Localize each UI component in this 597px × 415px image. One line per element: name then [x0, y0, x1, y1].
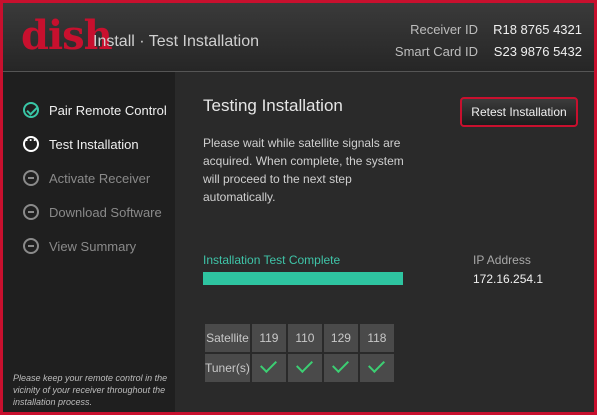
- signal-table: Satellite 119 110 129 118 Tuner(s): [203, 322, 396, 384]
- progress-label: Installation Test Complete: [203, 253, 341, 267]
- tuner-header: Tuner(s): [205, 354, 250, 382]
- retest-installation-button[interactable]: Retest Installation: [460, 97, 578, 127]
- tuner-status-cell: [251, 354, 286, 382]
- ip-address-label: IP Address: [473, 253, 531, 267]
- progress-fill: [203, 272, 403, 285]
- receiver-id-label: Receiver ID: [410, 22, 478, 37]
- tuner-status-cell: [323, 354, 358, 382]
- satellite-cell: 110: [287, 324, 322, 352]
- minus-circle-icon: [23, 170, 39, 186]
- step-view-summary: View Summary: [23, 236, 136, 256]
- check-icon: [296, 356, 314, 373]
- minus-circle-icon: [23, 238, 39, 254]
- satellite-cell: 119: [251, 324, 286, 352]
- receiver-info: Receiver ID R18 8765 4321 Smart Card ID …: [395, 19, 582, 63]
- step-label: Pair Remote Control: [49, 102, 167, 118]
- app-frame: dish Install · Test Installation Receive…: [0, 0, 597, 415]
- ellipsis-circle-icon: [23, 133, 39, 152]
- tuner-status-cell: [359, 354, 394, 382]
- check-icon: [368, 356, 386, 373]
- header-title: Install · Test Installation: [93, 33, 260, 50]
- receiver-id-value: R18 8765 4321: [493, 22, 582, 37]
- check-icon: [332, 356, 350, 373]
- smart-card-id-value: S23 9876 5432: [493, 44, 582, 59]
- check-icon: [260, 356, 278, 373]
- remote-note: Please keep your remote control in the v…: [13, 373, 168, 407]
- satellite-cell: 129: [323, 324, 358, 352]
- satellite-row: Satellite 119 110 129 118: [205, 324, 394, 352]
- step-pair-remote: Pair Remote Control: [23, 100, 167, 120]
- check-circle-icon: [23, 102, 39, 118]
- smart-card-id-label: Smart Card ID: [394, 44, 478, 59]
- header: dish Install · Test Installation Receive…: [3, 3, 594, 72]
- ip-address-value: 172.16.254.1: [473, 272, 544, 286]
- step-label: Download Software: [49, 204, 162, 220]
- step-label: View Summary: [49, 238, 137, 254]
- progress-bar: [203, 272, 403, 285]
- step-label: Activate Receiver: [49, 170, 151, 186]
- step-download-software: Download Software: [23, 202, 162, 222]
- minus-circle-icon: [23, 204, 39, 220]
- satellite-header: Satellite: [205, 324, 250, 352]
- step-test-installation: Test Installation: [23, 133, 139, 154]
- steps-sidebar: Pair Remote Control Test Installation Ac…: [3, 72, 175, 412]
- step-label: Test Installation: [49, 136, 139, 152]
- page-title: Testing Installation: [203, 96, 343, 115]
- step-activate-receiver: Activate Receiver: [23, 168, 150, 188]
- instructions-text: Please wait while satellite signals are …: [203, 136, 404, 204]
- tuner-row: Tuner(s): [205, 354, 394, 382]
- tuner-status-cell: [287, 354, 322, 382]
- main-panel: Testing Installation Please wait while s…: [175, 72, 594, 412]
- satellite-cell: 118: [359, 324, 394, 352]
